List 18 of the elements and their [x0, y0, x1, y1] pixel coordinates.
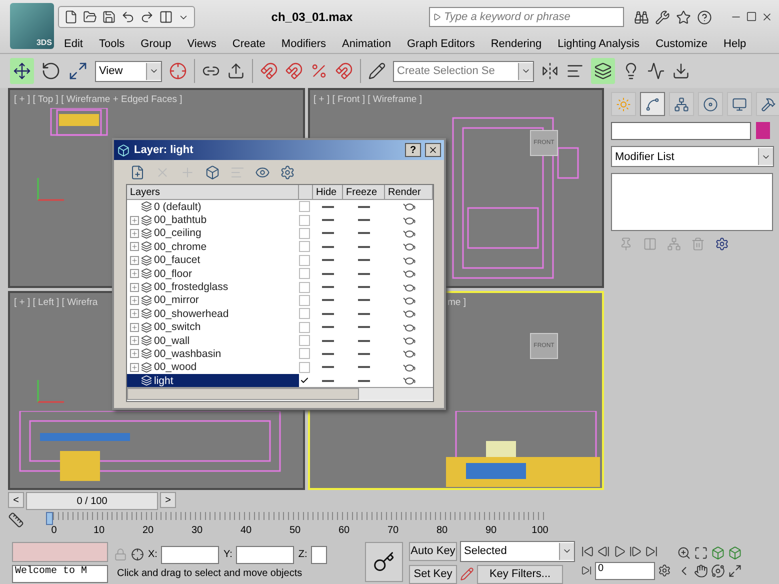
app-badge-label: 3DS	[35, 37, 53, 49]
window-title: ch_03_01.max	[270, 10, 354, 24]
frame-tick-label: 90	[485, 525, 497, 536]
frame-tick-label: 20	[142, 525, 154, 536]
frame-tick-label: 70	[387, 525, 399, 536]
frame-tick-label: 30	[191, 525, 203, 536]
frame-tick-label: 40	[240, 525, 252, 536]
coordinate-label: X:	[148, 549, 158, 560]
coordinate-label: Z:	[298, 549, 308, 560]
status-prompt: Click and drag to select and move objects	[116, 568, 304, 578]
frame-tick-label: 0	[51, 525, 57, 536]
frame-tick-label: 60	[338, 525, 350, 536]
frame-tick-label: 10	[93, 525, 105, 536]
dialog-title: Layer: light	[134, 144, 194, 156]
coordinate-label: Y:	[223, 549, 232, 560]
frame-tick-label: 80	[436, 525, 448, 536]
frame-tick-label: 50	[289, 525, 301, 536]
frame-tick-label: 100	[532, 525, 548, 536]
